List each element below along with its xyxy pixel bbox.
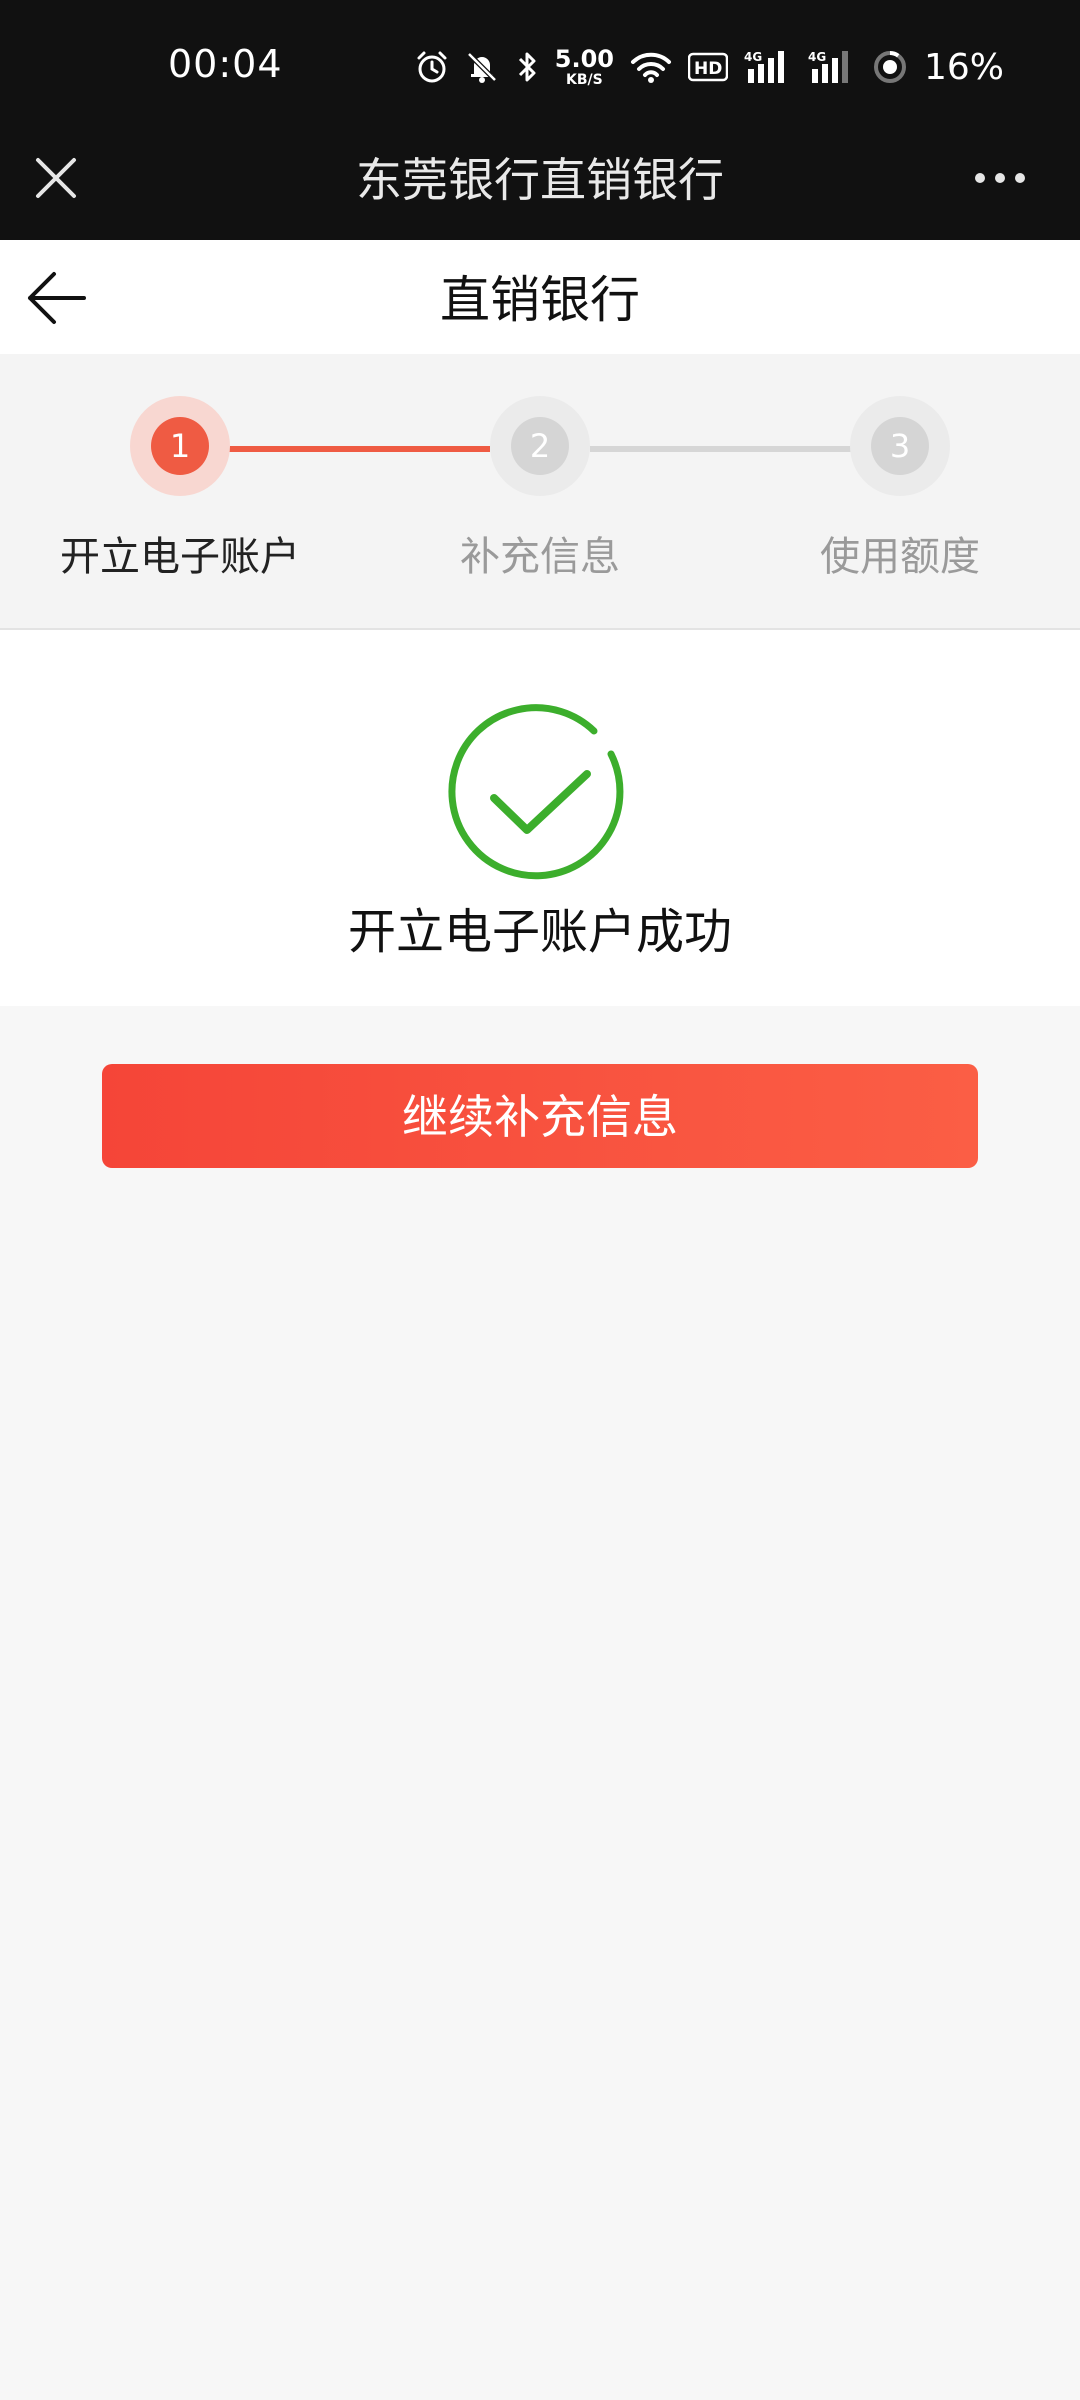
success-card: 开立电子账户成功	[0, 630, 1080, 1006]
mini-program-header: 东莞银行直销银行	[0, 134, 1080, 240]
step-number: 2	[511, 417, 569, 475]
more-dots-icon[interactable]	[972, 162, 1028, 194]
status-bar: 00:04 5.00 KB/S HD 4G 4G 16%	[0, 0, 1080, 134]
alarm-icon	[417, 51, 447, 83]
wifi-icon	[630, 52, 671, 83]
svg-text:4G: 4G	[808, 50, 826, 64]
battery-percent: 16%	[923, 46, 1004, 88]
mini-program-title: 东莞银行直销银行	[356, 153, 724, 207]
success-message: 开立电子账户成功	[347, 904, 732, 960]
step-1: 1	[130, 396, 230, 496]
step-label-supplement-info: 补充信息	[460, 534, 620, 580]
svg-text:HD: HD	[694, 59, 722, 79]
battery-ring-icon	[873, 51, 906, 83]
step-connector-inactive	[590, 446, 852, 452]
page-title: 直销银行	[440, 271, 640, 329]
mute-bell-icon	[466, 52, 497, 83]
status-icons: 5.00 KB/S HD 4G 4G 16%	[415, 42, 1004, 92]
network-speed-value: 5.00	[554, 45, 614, 73]
step-label-open-account: 开立电子账户	[60, 534, 300, 580]
step-2: 2	[490, 396, 590, 496]
bluetooth-icon	[518, 52, 536, 82]
continue-supplement-button[interactable]: 继续补充信息	[102, 1064, 978, 1168]
svg-text:4G: 4G	[744, 50, 762, 64]
step-connector-active	[228, 446, 490, 452]
step-indicator: 1 2 3 开立电子账户 补充信息 使用额度	[0, 354, 1080, 630]
network-speed: 5.00 KB/S	[555, 47, 614, 87]
check-circle-icon	[448, 704, 624, 880]
page-header: 直销银行	[0, 240, 1080, 354]
step-number: 3	[871, 417, 929, 475]
signal-4g-icon: 4G	[744, 50, 784, 83]
network-speed-unit: KB/S	[566, 72, 603, 88]
signal-4g-icon: 4G	[808, 50, 848, 83]
step-3: 3	[850, 396, 950, 496]
hd-icon: HD	[687, 52, 728, 82]
step-number: 1	[151, 417, 209, 475]
step-label-use-quota: 使用额度	[820, 534, 980, 580]
status-time: 00:04	[168, 42, 283, 86]
